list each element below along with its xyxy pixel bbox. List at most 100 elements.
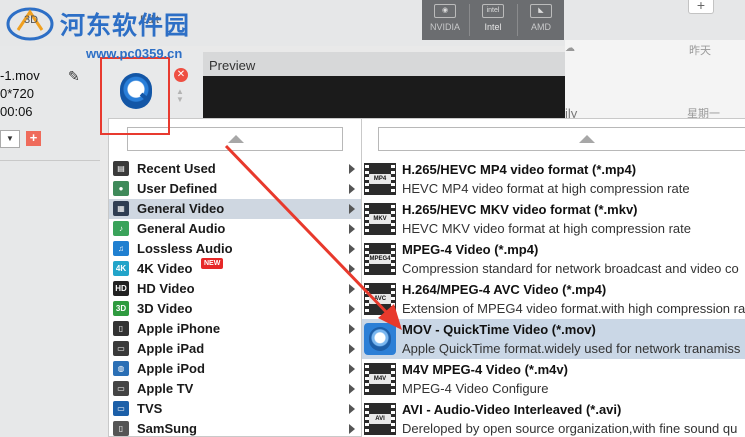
category-item[interactable]: ▦ General Video [109, 199, 361, 219]
quicktime-icon [120, 73, 152, 109]
preview-screen [203, 76, 565, 122]
remove-item-button[interactable]: ✕ [174, 68, 188, 82]
category-label: TVS [137, 401, 163, 416]
gpu-acceleration-strip: ◉ NVIDIA intel Intel ◣ AMD [422, 0, 564, 40]
gpu-intel[interactable]: intel Intel [470, 0, 516, 40]
add-button[interactable]: + [688, 0, 714, 14]
divider [0, 160, 100, 161]
format-tag: AVI [369, 414, 391, 424]
hd-icon: HD [113, 281, 129, 296]
pencil-icon[interactable]: ✎ [68, 68, 82, 84]
chevron-right-icon [349, 364, 355, 374]
format-tag: MP4 [369, 174, 391, 184]
chevron-right-icon [349, 264, 355, 274]
format-item[interactable]: AVI AVI - Audio-Video Interleaved (*.avi)… [362, 399, 745, 437]
category-item[interactable]: ▯ SamSung [109, 419, 361, 437]
format-item[interactable]: MKV H.265/HEVC MKV video format (*.mkv) HE… [362, 199, 745, 239]
category-label: Apple iPhone [137, 321, 221, 336]
amd-icon: ◣ [530, 4, 552, 18]
category-label: 3D Video [137, 301, 193, 316]
format-title: H.265/HEVC MP4 video format (*.mp4) [402, 162, 637, 177]
chevron-right-icon [349, 304, 355, 314]
gpu-amd[interactable]: ◣ AMD [518, 0, 564, 40]
chevron-right-icon [349, 184, 355, 194]
format-tag: MKV [369, 214, 391, 224]
iphone-icon: ▯ [113, 321, 129, 336]
mp4-film-icon: MP4 [364, 163, 396, 195]
format-title: M4V MPEG-4 Video (*.m4v) [402, 362, 568, 377]
format-scroll-up[interactable] [378, 127, 745, 151]
format-title: H.264/MPEG-4 AVC Video (*.mp4) [402, 282, 607, 297]
watermark-title: 河东软件园 [60, 11, 191, 40]
tv-icon: ▭ [113, 401, 129, 416]
category-item[interactable]: ♫ Lossless Audio [109, 239, 361, 259]
file-duration: 00:06 [0, 104, 33, 119]
category-item[interactable]: ♪ General Audio [109, 219, 361, 239]
user-defined-icon: ● [113, 181, 129, 196]
music-note-icon: ♪ [113, 221, 129, 236]
category-label: General Audio [137, 221, 226, 236]
samsung-icon: ▯ [113, 421, 129, 436]
format-item[interactable]: MPEG4 MPEG-4 Video (*.mp4) Compression sta… [362, 239, 745, 279]
format-item[interactable]: M4V M4V MPEG-4 Video (*.m4v) MPEG-4 Video … [362, 359, 745, 399]
chevron-right-icon [349, 164, 355, 174]
apple-tv-icon: ▭ [113, 381, 129, 396]
category-item[interactable]: ◍ Apple iPod [109, 359, 361, 379]
format-description: HEVC MKV video format at high compressio… [402, 221, 692, 236]
chevron-right-icon [349, 224, 355, 234]
triangle-up-icon [579, 135, 595, 143]
gpu-nvidia-label: NVIDIA [429, 22, 460, 32]
preview-header: Preview [203, 52, 565, 76]
chevron-right-icon [349, 344, 355, 354]
category-item[interactable]: ▭ Apple TV [109, 379, 361, 399]
output-format-thumbnail[interactable] [100, 57, 170, 135]
lossless-audio-icon: ♫ [113, 241, 129, 256]
chevron-right-icon [349, 284, 355, 294]
mpeg4-film-icon: MPEG4 [364, 243, 396, 275]
category-item[interactable]: HD HD Video [109, 279, 361, 299]
format-title: MOV - QuickTime Video (*.mov) [402, 322, 596, 337]
category-label: Apple iPod [137, 361, 205, 376]
format-description: Extension of MPEG4 video format.with hig… [402, 301, 745, 316]
chat-time-yesterday: 昨天 [689, 45, 711, 57]
category-item[interactable]: ▯ Apple iPhone [109, 319, 361, 339]
category-item[interactable]: ▤ Recent Used [109, 159, 361, 179]
file-info-panel: -1.mov ✎ 0*720 00:06 ▼ + [0, 46, 100, 437]
format-item[interactable]: MP4 H.265/HEVC MP4 video format (*.mp4) HE… [362, 159, 745, 199]
format-item[interactable]: AVC H.264/MPEG-4 AVC Video (*.mp4) Extensi… [362, 279, 745, 319]
ipad-icon: ▭ [113, 341, 129, 356]
watermark-url: www.pc0359.cn [86, 46, 183, 61]
category-label: Recent Used [137, 161, 216, 176]
category-item[interactable]: ▭ TVS [109, 399, 361, 419]
mkv-film-icon: MKV [364, 203, 396, 235]
chevron-right-icon [349, 244, 355, 254]
clock-icon: ▤ [113, 161, 129, 176]
format-description: Compression standard for network broadca… [402, 261, 739, 276]
quicktime-icon [364, 323, 396, 355]
cloud-icon: ☁ [565, 43, 575, 54]
category-item[interactable]: 4K 4K Video NEW [109, 258, 361, 279]
category-label: Lossless Audio [137, 241, 233, 256]
add-track-button[interactable]: + [26, 131, 41, 146]
format-description: HEVC MP4 video format at high compressio… [402, 181, 690, 196]
3d-label[interactable]: 3D [24, 14, 38, 26]
move-down-icon[interactable]: ▼ [176, 96, 186, 104]
category-panel: ▤ Recent Used ● User Defined ▦ General Video ♪… [108, 118, 362, 437]
category-label: User Defined [137, 181, 218, 196]
format-item[interactable]: MOV - QuickTime Video (*.mov) Apple Quick… [362, 319, 745, 359]
gpu-nvidia[interactable]: ◉ NVIDIA [422, 0, 468, 40]
film-icon: ▦ [113, 201, 129, 216]
category-item[interactable]: ● User Defined [109, 179, 361, 199]
chevron-right-icon [349, 384, 355, 394]
3d-icon: 3D [113, 301, 129, 316]
preview-label: Preview [209, 58, 256, 73]
category-label: Apple iPad [137, 341, 205, 356]
avi-film-icon: AVI [364, 403, 396, 435]
category-item[interactable]: ▭ Apple iPad [109, 339, 361, 359]
chevron-down-icon[interactable]: ▼ [0, 130, 20, 148]
category-label: HD Video [137, 281, 195, 296]
m4v-film-icon: M4V [364, 363, 396, 395]
chevron-right-icon [349, 404, 355, 414]
category-item[interactable]: 3D 3D Video [109, 299, 361, 319]
format-tag: M4V [369, 374, 391, 384]
